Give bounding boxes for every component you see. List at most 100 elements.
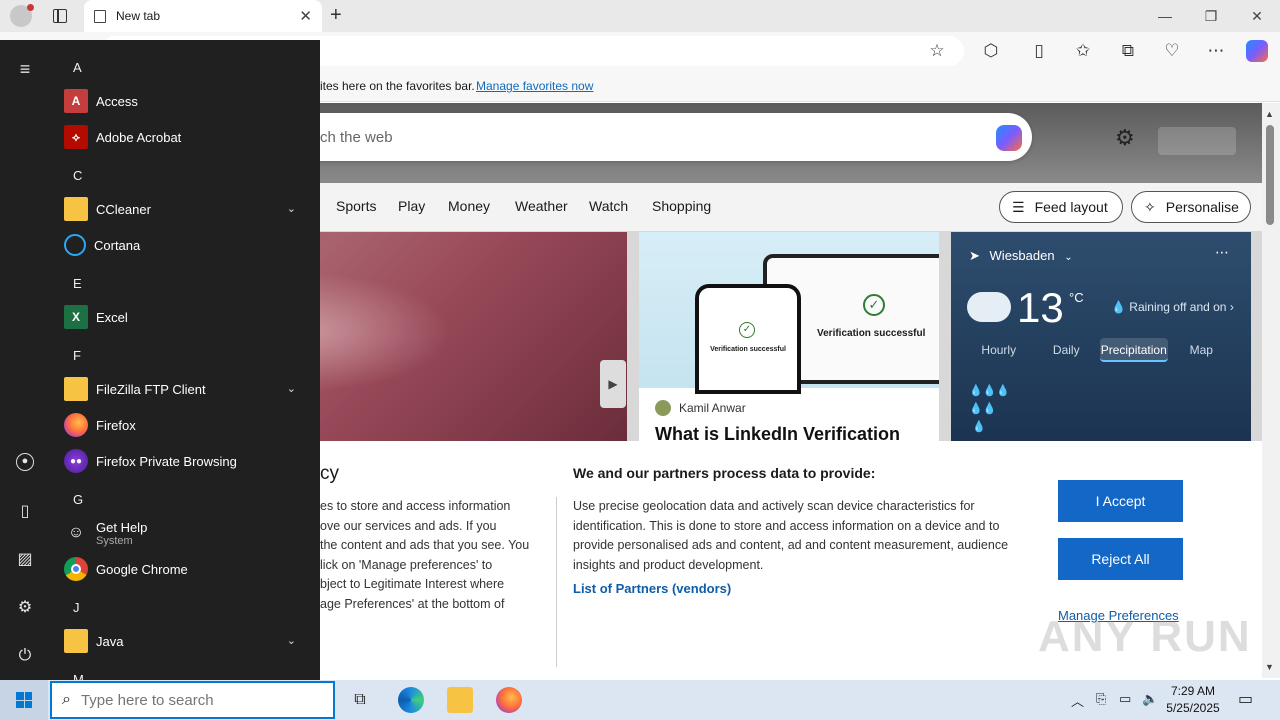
precipitation-drops-icon: 💧💧💧 💧💧 💧 <box>969 385 1011 433</box>
start-button[interactable] <box>0 680 48 720</box>
scrollbar-thumb[interactable] <box>1266 125 1274 225</box>
letter-header-a[interactable]: A <box>73 60 82 75</box>
carousel-next-button[interactable]: ▶ <box>600 360 626 408</box>
folder-icon <box>64 197 88 221</box>
feed-layout-label: Feed layout <box>1034 199 1108 215</box>
reject-all-button[interactable]: Reject All <box>1058 538 1183 580</box>
collections-icon[interactable]: ⧉ <box>1117 41 1139 61</box>
web-search-box[interactable]: ch the web <box>200 113 1032 161</box>
tab-actions-icon[interactable] <box>53 9 67 23</box>
letter-header-e[interactable]: E <box>73 276 82 291</box>
personalise-button[interactable]: ✧ Personalise <box>1131 191 1251 223</box>
article-card[interactable]: ✓ Verification successful ✓ Verification… <box>639 232 939 447</box>
chevron-down-icon[interactable]: ⌄ <box>287 202 296 215</box>
show-hidden-icons-chevron-icon[interactable]: ︿ <box>1071 691 1084 710</box>
network-icon[interactable]: ▭ <box>1119 691 1131 707</box>
letter-header-m[interactable]: M <box>73 672 84 680</box>
app-adobe-acrobat[interactable]: ⟡ Adobe Acrobat <box>60 120 310 154</box>
hamburger-menu-icon[interactable]: ≡ <box>14 58 36 80</box>
firefox-private-icon: ●● <box>64 449 88 473</box>
more-menu-icon[interactable]: ⋯ <box>1205 41 1227 61</box>
close-window-button[interactable]: ✕ <box>1234 0 1280 32</box>
letter-header-g[interactable]: G <box>73 492 83 507</box>
rain-cloud-icon <box>967 292 1011 322</box>
app-firefox-private[interactable]: ●● Firefox Private Browsing <box>60 444 310 478</box>
watermark-logo: ANY RUN <box>1038 612 1252 661</box>
nav-play[interactable]: Play <box>398 198 425 214</box>
app-get-help[interactable]: ☺ Get Help System <box>60 516 310 550</box>
power-icon[interactable]: ⏻ <box>14 645 36 667</box>
app-cortana[interactable]: Cortana <box>60 228 310 262</box>
weather-card[interactable]: ➤ Wiesbaden ⌄ ⋯ 13 °C 💧 Raining off and … <box>951 232 1251 447</box>
minimize-button[interactable]: — <box>1142 0 1188 32</box>
taskbar-clock[interactable]: 7:29 AM 5/25/2025 <box>1160 683 1226 717</box>
letter-header-c[interactable]: C <box>73 168 82 183</box>
edge-taskbar-icon[interactable] <box>398 687 424 713</box>
letter-header-j[interactable]: J <box>73 600 80 615</box>
page-scrollbar[interactable]: ▲ ▼ <box>1262 103 1280 678</box>
user-account-icon[interactable]: ● <box>16 453 34 471</box>
clock-date: 5/25/2025 <box>1166 701 1220 715</box>
documents-icon[interactable]: ▯ <box>14 501 36 523</box>
app-access[interactable]: A Access <box>60 84 310 118</box>
profile-avatar-icon[interactable] <box>10 4 34 27</box>
taskbar-search[interactable]: ⌕ <box>50 681 335 719</box>
favorite-star-icon[interactable]: ☆ <box>926 41 948 61</box>
taskbar-search-input[interactable] <box>80 691 301 709</box>
sign-in-button[interactable] <box>1158 127 1236 155</box>
new-tab-button[interactable]: + <box>330 5 342 25</box>
clock-time: 7:29 AM <box>1170 684 1216 698</box>
performance-icon[interactable]: ♡ <box>1161 41 1183 61</box>
scroll-down-icon[interactable]: ▼ <box>1265 662 1274 672</box>
tab-new-tab[interactable]: New tab ✕ <box>84 0 322 32</box>
app-name: Cortana <box>94 237 141 253</box>
weather-tab-daily[interactable]: Daily <box>1033 338 1101 362</box>
nav-money[interactable]: Money <box>448 198 490 214</box>
letter-header-f[interactable]: F <box>73 348 81 363</box>
weather-tab-map[interactable]: Map <box>1168 338 1236 362</box>
file-explorer-icon[interactable] <box>447 687 473 713</box>
phone-graphic: ✓ Verification successful <box>695 284 801 394</box>
favorites-icon[interactable]: ✩ <box>1072 41 1094 61</box>
restore-button[interactable]: ❐ <box>1188 0 1234 32</box>
manage-favorites-link[interactable]: Manage favorites now <box>476 79 593 93</box>
settings-gear-icon[interactable]: ⚙ <box>14 597 36 619</box>
copilot-search-icon[interactable] <box>996 125 1022 151</box>
nav-watch[interactable]: Watch <box>589 198 628 214</box>
notifications-icon[interactable]: ▭ <box>1238 689 1253 709</box>
accept-button[interactable]: I Accept <box>1058 480 1183 522</box>
feed-layout-button[interactable]: ☰ Feed layout <box>999 191 1123 223</box>
split-screen-icon[interactable]: ▯ <box>1028 41 1050 61</box>
nav-weather[interactable]: Weather <box>515 198 568 214</box>
copilot-icon[interactable] <box>1246 40 1268 62</box>
article-author: Kamil Anwar <box>655 400 746 416</box>
weather-more-icon[interactable]: ⋯ <box>1215 244 1229 261</box>
chevron-down-icon[interactable]: ⌄ <box>287 634 296 647</box>
volume-icon[interactable]: 🔈 <box>1142 691 1158 707</box>
chevron-down-icon[interactable]: ⌄ <box>287 382 296 395</box>
close-tab-icon[interactable]: ✕ <box>299 7 312 25</box>
page-settings-gear-icon[interactable]: ⚙ <box>1115 125 1135 151</box>
partners-link[interactable]: List of Partners (vendors) <box>573 581 731 596</box>
folder-icon <box>64 629 88 653</box>
task-view-icon[interactable]: ⧉ <box>347 687 373 713</box>
weather-tab-hourly[interactable]: Hourly <box>965 338 1033 362</box>
app-filezilla[interactable]: FileZilla FTP Client ⌄ <box>60 372 310 406</box>
weather-temperature: 13 <box>1017 284 1064 331</box>
weather-tab-precipitation[interactable]: Precipitation <box>1100 338 1168 362</box>
pictures-icon[interactable]: ▨ <box>14 549 36 571</box>
firefox-taskbar-icon[interactable] <box>496 687 522 713</box>
app-firefox[interactable]: Firefox <box>60 408 310 442</box>
app-google-chrome[interactable]: Google Chrome <box>60 552 310 586</box>
web-search-placeholder: ch the web <box>320 129 393 146</box>
app-ccleaner[interactable]: CCleaner ⌄ <box>60 192 310 226</box>
scroll-up-icon[interactable]: ▲ <box>1265 109 1274 119</box>
nav-shopping[interactable]: Shopping <box>652 198 711 214</box>
app-list: A A Access ⟡ Adobe Acrobat C CCleaner ⌄ … <box>60 40 320 680</box>
usb-device-icon[interactable]: ⎘ <box>1096 691 1106 707</box>
nav-sports[interactable]: Sports <box>336 198 376 214</box>
app-java[interactable]: Java ⌄ <box>60 624 310 658</box>
weather-location[interactable]: ➤ Wiesbaden ⌄ <box>969 248 1073 264</box>
extensions-icon[interactable]: ⬡ <box>980 41 1002 61</box>
app-excel[interactable]: X Excel <box>60 300 310 334</box>
